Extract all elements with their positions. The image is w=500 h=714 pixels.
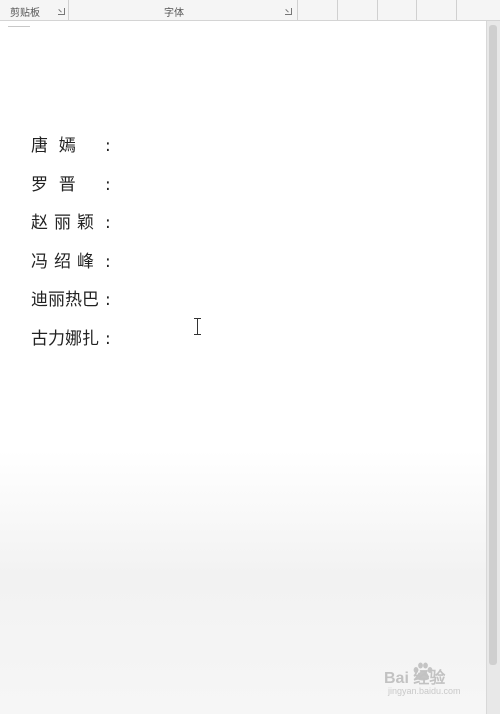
ribbon-separator	[68, 0, 69, 20]
name-colon: :	[105, 136, 111, 156]
page-margin-mark	[8, 26, 30, 27]
ribbon-separator	[456, 0, 457, 20]
name-line-6[interactable]: 古力娜扎:	[31, 326, 111, 352]
vertical-scrollbar[interactable]	[486, 21, 500, 714]
document-page[interactable]	[0, 21, 486, 714]
name-line-4[interactable]: 冯绍峰:	[31, 249, 111, 275]
ribbon-separator	[297, 0, 298, 20]
name-text: 迪丽热巴	[31, 290, 99, 310]
name-line-5[interactable]: 迪丽热巴:	[31, 287, 111, 313]
scrollbar-thumb[interactable]	[489, 25, 497, 665]
text-cursor-icon	[193, 318, 202, 335]
ribbon-group-bar: 剪贴板 字体	[0, 0, 500, 21]
ribbon-separator	[416, 0, 417, 20]
name-text: 唐 嫣	[31, 136, 76, 156]
watermark-brand: Bai 经验	[384, 670, 446, 687]
name-line-1[interactable]: 唐 嫣:	[31, 133, 111, 159]
watermark: Bai 经验 jingyan.baidu.com	[384, 662, 494, 710]
name-colon: :	[105, 290, 111, 310]
name-text: 罗 晋	[31, 175, 76, 195]
clipboard-dialog-launcher-icon[interactable]	[58, 8, 65, 15]
name-colon: :	[105, 213, 111, 233]
name-text: 古力娜扎	[31, 329, 99, 349]
watermark-url: jingyan.baidu.com	[388, 686, 461, 696]
name-text: 冯绍峰	[31, 252, 100, 272]
ribbon-group-clipboard-label: 剪贴板	[10, 8, 40, 19]
name-colon: :	[105, 175, 111, 195]
name-line-3[interactable]: 赵丽颖:	[31, 210, 111, 236]
name-line-2[interactable]: 罗 晋:	[31, 172, 111, 198]
name-colon: :	[105, 329, 111, 349]
ribbon-separator	[337, 0, 338, 20]
ribbon-group-font-label: 字体	[164, 8, 184, 19]
name-text: 赵丽颖	[31, 213, 100, 233]
font-dialog-launcher-icon[interactable]	[285, 8, 292, 15]
name-colon: :	[105, 252, 111, 272]
ribbon-separator	[377, 0, 378, 20]
